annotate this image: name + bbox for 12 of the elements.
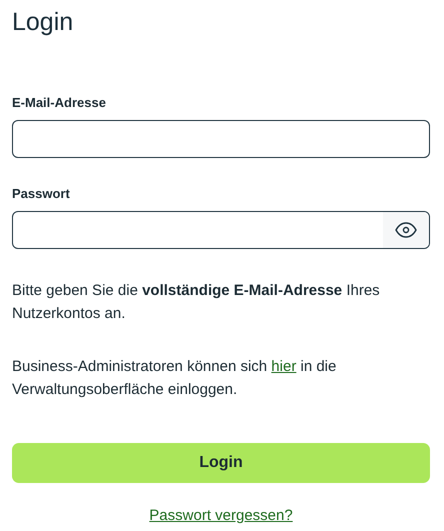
- field-label: E-Mail-Adresse: [12, 95, 107, 110]
- info-text: Bitte geben Sie die vollständige E-Mail-Adresse Ihres Nutzerkontos an.: [12, 281, 381, 324]
- show-password-button[interactable]: [383, 212, 429, 248]
- password-field[interactable]: [12, 211, 430, 249]
- email-field[interactable]: [12, 120, 430, 158]
- forgot-password-link[interactable]: Passwort vergessen?: [149, 507, 293, 524]
- field-label: Passwort: [12, 186, 71, 201]
- page-title: Login: [12, 8, 74, 37]
- login-button[interactable]: Login: [12, 443, 430, 483]
- admin-note: Business-Administratoren können sich hier in die Verwaltungsoberfläche einloggen.: [12, 357, 338, 400]
- admin-login-link[interactable]: hier: [271, 358, 296, 375]
- eye-icon: [395, 222, 417, 238]
